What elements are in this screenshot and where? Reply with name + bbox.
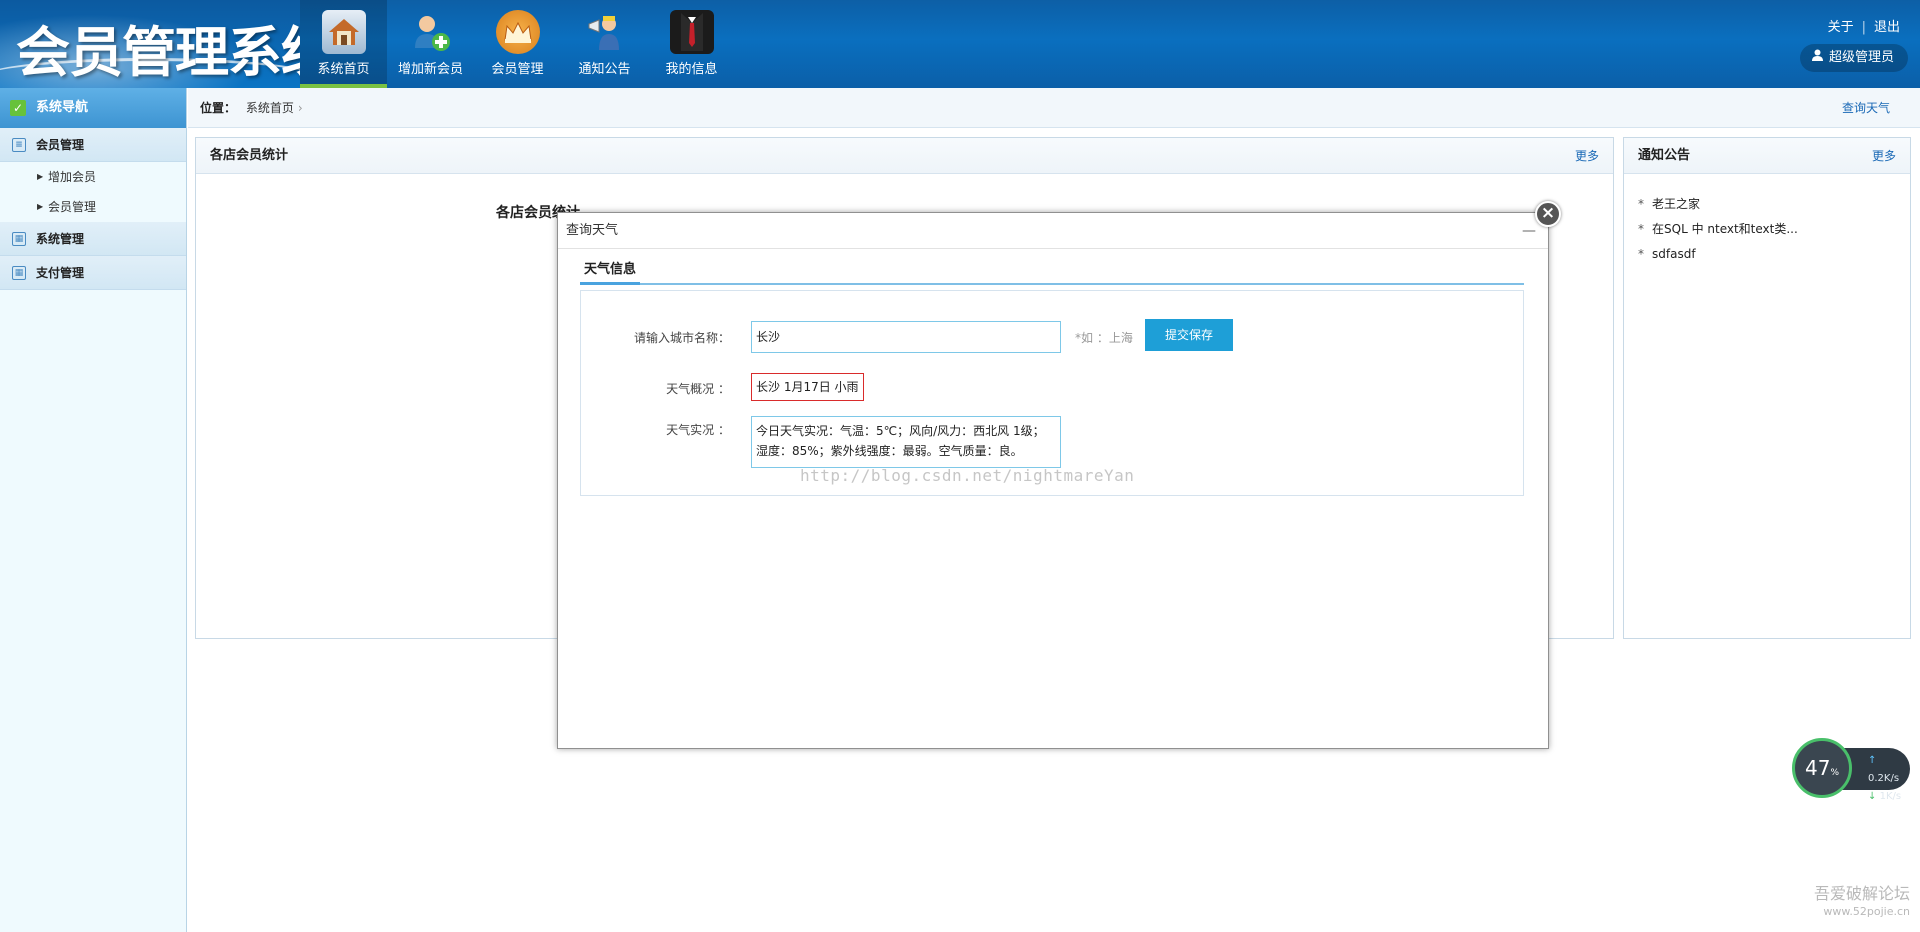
city-input[interactable]: 长沙 [751, 321, 1061, 353]
crown-icon [495, 10, 540, 54]
sidebar-group-payment[interactable]: ▦ 支付管理 [0, 256, 186, 290]
top-header: 会员管理系统 系统首页 增加新会员 会员管理 通知公告 [0, 0, 1920, 88]
arrow-up-icon: ↑ [1868, 755, 1877, 766]
nav-member-manage[interactable]: 会员管理 [474, 0, 561, 88]
arrow-down-icon: ↓ [1868, 791, 1877, 802]
upload-speed: 0.2K/s [1868, 773, 1900, 784]
about-link[interactable]: 关于 [1828, 20, 1854, 35]
sidebar-item-member-manage[interactable]: ▶ 会员管理 [0, 192, 186, 222]
calendar-icon: ▦ [12, 232, 26, 246]
sidebar: ✓ 系统导航 ≡ 会员管理 ▶ 增加会员 ▶ 会员管理 ▦ 系统管理 ▦ 支付管… [0, 88, 187, 932]
notice-panel-header: 通知公告 更多 [1624, 138, 1910, 174]
admin-badge[interactable]: 超级管理员 [1799, 44, 1908, 72]
city-hint: *如 ：上海 [1075, 331, 1133, 345]
sidebar-item-member-manage-label: 会员管理 [48, 200, 97, 214]
tab-weather-info[interactable]: 天气信息 [580, 259, 641, 285]
megaphone-icon [583, 10, 627, 54]
sidebar-item-add-member-label: 增加会员 [48, 170, 97, 184]
download-speed: 1K/s [1879, 791, 1902, 802]
forum-watermark-title: 吾爱破解论坛 [1813, 884, 1910, 903]
nav-home[interactable]: 系统首页 [300, 0, 387, 88]
nav-notice[interactable]: 通知公告 [561, 0, 648, 88]
notice-panel: 通知公告 更多 老王之家 在SQL 中 ntext和text类... sdfas… [1623, 137, 1911, 639]
notice-more-link[interactable]: 更多 [1872, 138, 1896, 174]
submit-save-button[interactable]: 提交保存 [1145, 319, 1233, 351]
stats-panel-header: 各店会员统计 更多 [196, 138, 1613, 174]
top-links-divider: | [1861, 20, 1866, 35]
admin-name: 超级管理员 [1828, 50, 1894, 65]
nav-add-member[interactable]: 增加新会员 [387, 0, 474, 88]
sidebar-group-payment-label: 支付管理 [36, 266, 85, 280]
notice-item[interactable]: 在SQL 中 ntext和text类... [1638, 217, 1896, 242]
breadcrumb-current[interactable]: 系统首页 [246, 101, 294, 115]
forum-watermark-url: www.52pojie.cn [1823, 905, 1910, 918]
check-icon: ✓ [10, 100, 26, 116]
weather-detail-textarea[interactable]: 今日天气实况：气温：5℃；风向/风力：西北风 1级；湿度：85%；紫外线强度：最… [751, 416, 1061, 468]
blog-watermark: http://blog.csdn.net/nightmareYan [800, 466, 1135, 485]
suit-icon [669, 10, 714, 54]
list-icon: ≡ [12, 138, 26, 152]
top-links: 关于 | 退出 [1828, 16, 1900, 35]
nav-home-label: 系统首页 [317, 62, 370, 77]
sidebar-title: ✓ 系统导航 [0, 88, 186, 128]
user-icon [1811, 44, 1823, 72]
usage-gauge: 47% [1792, 738, 1852, 798]
chevron-right-icon: › [297, 101, 303, 115]
detail-label: 天气实况 ： [666, 423, 730, 437]
triangle-right-icon: ▶ [37, 202, 44, 211]
forum-watermark: 吾爱破解论坛 www.52pojie.cn [1814, 885, 1910, 921]
notice-list: 老王之家 在SQL 中 ntext和text类... sdfasdf [1624, 174, 1910, 285]
minimize-icon[interactable]: — [1522, 213, 1536, 249]
dialog-title: 查询天气 [566, 223, 619, 238]
notice-item[interactable]: 老王之家 [1638, 192, 1896, 217]
app-logo: 会员管理系统 [0, 0, 300, 88]
usage-percent: 47 [1804, 756, 1831, 780]
weather-summary-value: 长沙 1月17日 小雨 [751, 373, 864, 401]
summary-label: 天气概况 ： [666, 382, 730, 396]
add-user-icon [409, 10, 453, 54]
notice-panel-title: 通知公告 [1638, 148, 1691, 163]
sidebar-group-member[interactable]: ≡ 会员管理 [0, 128, 186, 162]
stats-more-link[interactable]: 更多 [1575, 138, 1599, 174]
nav-member-manage-label: 会员管理 [491, 62, 544, 77]
stats-panel-title: 各店会员统计 [210, 148, 289, 163]
nav-my-info[interactable]: 我的信息 [648, 0, 735, 88]
logo-text: 会员管理系统 [16, 21, 300, 84]
dialog-title-bar: 查询天气 — [558, 213, 1548, 249]
city-label: 请输入城市名称： [633, 331, 730, 345]
breadcrumb: 位置： 系统首页 › 查询天气 [188, 88, 1920, 128]
house-icon [321, 10, 366, 54]
nav-notice-label: 通知公告 [578, 62, 631, 77]
triangle-right-icon: ▶ [37, 172, 44, 181]
breadcrumb-prefix: 位置： [200, 101, 237, 115]
logout-link[interactable]: 退出 [1874, 20, 1900, 35]
usage-percent-unit: % [1830, 768, 1839, 778]
sidebar-group-system-label: 系统管理 [36, 232, 85, 246]
query-weather-link[interactable]: 查询天气 [1842, 88, 1890, 128]
sidebar-group-member-label: 会员管理 [36, 138, 85, 152]
dialog-tabbar: 天气信息 [580, 259, 1524, 285]
sidebar-group-system[interactable]: ▦ 系统管理 [0, 222, 186, 256]
sidebar-title-label: 系统导航 [36, 100, 89, 115]
sidebar-item-add-member[interactable]: ▶ 增加会员 [0, 162, 186, 192]
notice-item[interactable]: sdfasdf [1638, 242, 1896, 267]
close-icon[interactable]: × [1535, 201, 1561, 227]
main-nav: 系统首页 增加新会员 会员管理 通知公告 我的信息 [300, 0, 735, 88]
calendar-icon: ▦ [12, 266, 26, 280]
nav-my-info-label: 我的信息 [665, 62, 718, 77]
nav-add-member-label: 增加新会员 [397, 62, 463, 77]
